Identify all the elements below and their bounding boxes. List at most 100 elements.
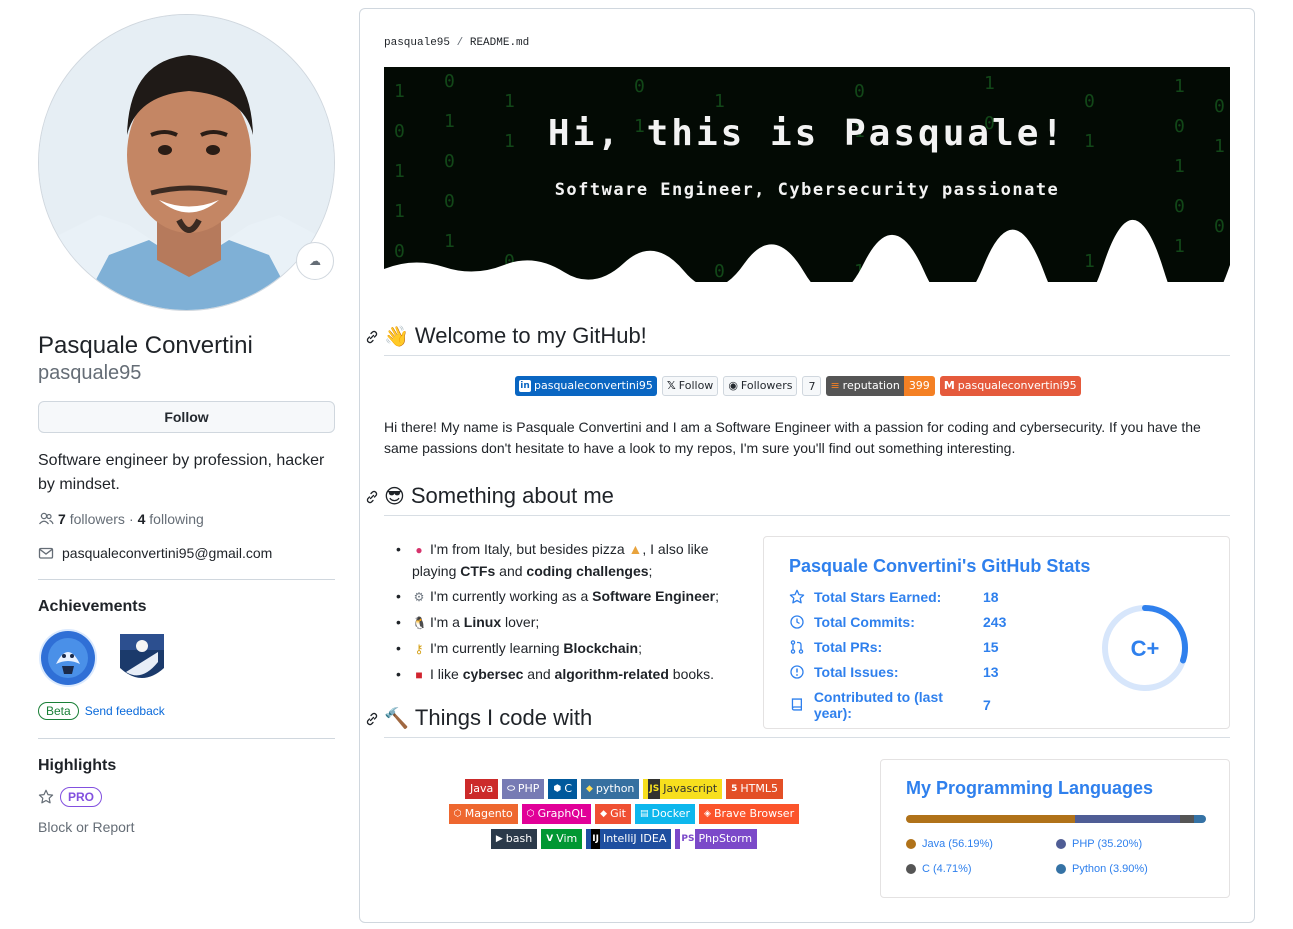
following-link[interactable]: 4 following [138, 511, 204, 527]
svg-text:0: 0 [1174, 116, 1185, 137]
banner-subtitle: Software Engineer, Cybersecurity passion… [555, 180, 1060, 200]
svg-text:1: 1 [1174, 156, 1185, 177]
about-text: ; [648, 563, 653, 579]
c-icon: ⬢ [553, 784, 562, 794]
language-bar-segment [1180, 815, 1195, 823]
reputation-value: 399 [903, 376, 935, 396]
about-text: ; [715, 588, 719, 604]
intellij-badge: IJ IntelliJ IDEA [586, 829, 672, 849]
linkedin-badge[interactable]: in pasqualeconvertini95 [515, 376, 657, 396]
readme-banner-image: 10110 01001 110 011 10 011 100 011 10101… [384, 67, 1230, 304]
achievements-list [38, 628, 335, 688]
breadcrumb-user-link[interactable]: pasquale95 [384, 37, 450, 49]
github-followers-label: Followers [740, 379, 793, 392]
achievements-title: Achievements [38, 598, 147, 615]
stackoverflow-icon: ≡ [830, 379, 840, 392]
profile-bio: Software engineer by profession, hacker … [38, 452, 325, 493]
javascript-label: Javascript [663, 782, 718, 795]
svg-text:0: 0 [444, 151, 455, 172]
pro-badge: PRO [60, 787, 103, 807]
languages-bar [906, 815, 1206, 823]
pull-shark-achievement-icon[interactable] [38, 628, 98, 688]
avatar-container: ☁ [38, 14, 335, 311]
tech-row: ▶ bash V Vim IJ IntelliJ IDEA PS PhpStorm [490, 829, 758, 849]
issue-icon [790, 665, 804, 679]
block-or-report-link[interactable]: Block or Report [38, 819, 335, 835]
linkedin-badge-label: pasqualeconvertini95 [534, 379, 653, 392]
pizza-icon: ▲ [628, 541, 643, 557]
wave-icon: 👋 [384, 325, 409, 348]
python-badge: ◆ python [581, 779, 640, 799]
anchor-link-icon[interactable] [364, 329, 380, 345]
svg-text:0: 0 [634, 76, 645, 97]
java-badge: Java [464, 779, 499, 799]
language-label: PHP (35.20%) [1072, 838, 1143, 850]
avatar[interactable] [38, 14, 335, 311]
star-icon [38, 789, 54, 804]
javascript-icon: JS [648, 779, 661, 799]
email-row: pasqualeconvertini95@gmail.com [38, 545, 335, 561]
c-badge: ⬢ C [548, 779, 577, 799]
pin-icon: ● [415, 543, 423, 557]
tech-badges: Java ⬭ PHP ⬢ C ◆ python JS Javascript 5 HTML5… [384, 779, 864, 849]
git-badge: ◆ Git [595, 804, 631, 824]
send-feedback-link[interactable]: Send feedback [85, 704, 165, 718]
phpstorm-label: PhpStorm [698, 832, 753, 845]
rank-grade: C+ [1131, 636, 1160, 661]
intro-paragraph: Hi there! My name is Pasquale Convertini… [384, 419, 1201, 456]
tech-row: ⬡ Magento ⬡ GraphQL ◆ Git ▤ Docker ◈ Brave Br… [448, 804, 800, 824]
stat-label: Total Commits: [814, 614, 915, 630]
anchor-link-icon[interactable] [364, 711, 380, 727]
tech-row: Java ⬭ PHP ⬢ C ◆ python JS Javascript 5 HTML5 [464, 779, 784, 799]
pull-request-icon [790, 640, 804, 654]
stat-value: 243 [983, 614, 1007, 630]
about-heading-text: Something about me [410, 483, 614, 508]
beta-feedback-row: Beta Send feedback [38, 702, 335, 720]
set-status-button[interactable]: ☁ [296, 242, 334, 280]
stackoverflow-reputation-badge[interactable]: ≡ reputation 399 [826, 376, 935, 396]
svg-text:1: 1 [444, 231, 455, 252]
stat-value: 18 [983, 589, 999, 605]
about-bold: Blockchain [563, 640, 639, 656]
stat-row-commits: Total Commits: 243 [789, 614, 1006, 630]
language-legend-item: C (4.71%) [906, 863, 972, 875]
vim-label: Vim [556, 832, 578, 845]
arctic-code-vault-achievement-icon[interactable] [112, 628, 172, 688]
language-legend-item: Python (3.90%) [1056, 863, 1148, 875]
x-logo-icon: 𝕏 [666, 379, 676, 392]
svg-text:1: 1 [394, 81, 405, 102]
language-bar-segment [906, 815, 1075, 823]
following-label: following [149, 511, 204, 527]
key-icon: ⚷ [414, 642, 424, 656]
svg-text:0: 0 [444, 71, 455, 92]
docker-label: Docker [651, 807, 691, 820]
about-heading: 😎 Something about me [366, 483, 1230, 516]
magento-label: Magento [464, 807, 513, 820]
penguin-icon: 🐧 [412, 616, 427, 630]
vim-icon: V [546, 834, 554, 844]
banner-title: Hi, this is Pasquale! [548, 113, 1066, 154]
stat-row-stars: Total Stars Earned: 18 [789, 589, 999, 605]
email-link[interactable]: pasqualeconvertini95@gmail.com [62, 545, 272, 561]
language-label: C (4.71%) [922, 863, 972, 875]
about-text: I'm from Italy, but besides pizza [430, 541, 625, 557]
follow-button[interactable]: Follow [38, 401, 335, 433]
followers-link[interactable]: 7 followers [58, 511, 125, 527]
stats-title: Pasquale Convertini's GitHub Stats [789, 556, 1091, 576]
about-bold: cybersec [462, 666, 524, 682]
language-label: Python (3.90%) [1072, 863, 1148, 875]
intellij-icon: IJ [591, 829, 600, 849]
github-followers-badge[interactable]: ◉ Followers [723, 376, 798, 396]
breadcrumb-file-link[interactable]: README.md [470, 37, 529, 49]
brave-label: Brave Browser [713, 807, 795, 820]
python-dot-icon [1056, 864, 1066, 874]
x-follow-badge[interactable]: 𝕏 Follow [661, 376, 719, 396]
anchor-link-icon[interactable] [364, 489, 380, 505]
svg-text:1: 1 [1084, 251, 1095, 272]
javascript-badge: JS Javascript [643, 779, 723, 799]
pro-row: PRO [38, 787, 335, 807]
code-heading-text: Things I code with [414, 705, 593, 730]
gmail-icon: M [943, 379, 955, 392]
about-text: ; [638, 640, 642, 656]
gmail-badge[interactable]: Mpasqualeconvertini95 [939, 376, 1081, 396]
